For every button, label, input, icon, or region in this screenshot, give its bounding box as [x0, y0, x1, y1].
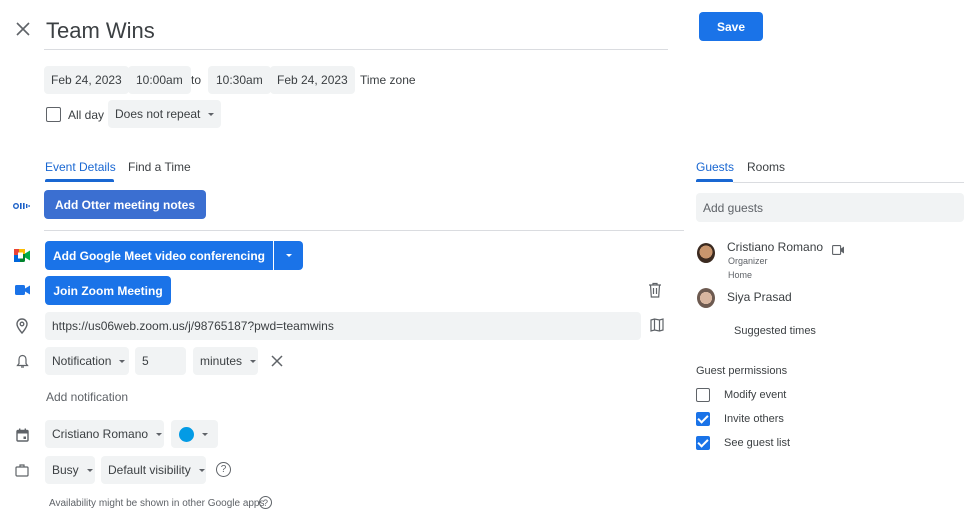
- save-label: Save: [716, 19, 746, 34]
- close-button[interactable]: [12, 18, 34, 40]
- modify-event-label: Modify event: [724, 389, 787, 401]
- invite-others-checkbox[interactable]: [696, 412, 710, 426]
- meet-options-dropdown[interactable]: [274, 241, 303, 270]
- title-input[interactable]: Team Wins: [44, 14, 668, 50]
- suggested-times-button[interactable]: Suggested times: [734, 325, 816, 337]
- start-time-chip[interactable]: 10:00am: [128, 66, 191, 94]
- video-camera-icon: [12, 280, 32, 300]
- calendar-icon: [12, 425, 32, 445]
- tab-rooms[interactable]: Rooms: [747, 158, 785, 176]
- notification-amount-input[interactable]: 5: [135, 347, 186, 375]
- otter-icon: [12, 196, 32, 216]
- tab-guests[interactable]: Guests: [696, 158, 735, 182]
- active-tab-indicator: [696, 179, 733, 182]
- google-meet-icon: [12, 245, 32, 265]
- save-button[interactable]: Save: [699, 12, 763, 41]
- location-pin-icon: [12, 316, 32, 336]
- delete-conference-button[interactable]: [648, 282, 666, 300]
- to-label: to: [191, 73, 202, 87]
- help-icon: ?: [262, 497, 268, 508]
- event-title: Team Wins: [46, 18, 155, 43]
- tab-event-details[interactable]: Event Details: [45, 158, 116, 182]
- calendar-owner: Cristiano Romano: [52, 427, 149, 441]
- start-time: 10:00am: [136, 73, 183, 87]
- tabs-divider: [733, 182, 964, 183]
- chevron-down-icon: [198, 468, 205, 472]
- notification-unit-dropdown[interactable]: minutes: [193, 347, 258, 375]
- guest-location: Home: [728, 270, 753, 280]
- visibility-dropdown[interactable]: Default visibility: [101, 456, 206, 484]
- map-button[interactable]: [650, 318, 666, 334]
- close-icon: [16, 22, 30, 36]
- video-camera-icon: [832, 242, 845, 260]
- meet-label: Add Google Meet video conferencing: [52, 248, 266, 263]
- start-date-chip[interactable]: Feb 24, 2023: [44, 66, 129, 94]
- tab-find-a-time[interactable]: Find a Time: [128, 158, 191, 176]
- end-time-chip[interactable]: 10:30am: [208, 66, 271, 94]
- availability-note: Availability might be shown in other Goo…: [49, 498, 265, 509]
- tab-label: Guests: [696, 160, 735, 174]
- otter-label: Add Otter meeting notes: [54, 197, 195, 212]
- modify-event-checkbox[interactable]: [696, 388, 710, 402]
- chevron-down-icon: [156, 432, 163, 436]
- chevron-down-icon: [119, 359, 126, 363]
- add-otter-notes-button[interactable]: Add Otter meeting notes: [44, 190, 206, 219]
- close-icon: [271, 355, 283, 367]
- chevron-down-icon: [202, 432, 208, 436]
- avatar: [697, 288, 715, 308]
- invite-others-label: Invite others: [724, 413, 784, 425]
- zoom-label: Join Zoom Meeting: [53, 283, 163, 298]
- tab-label: Find a Time: [128, 160, 191, 174]
- active-tab-indicator: [45, 179, 114, 182]
- timezone-link[interactable]: Time zone: [360, 73, 416, 87]
- add-guests-placeholder: Add guests: [703, 200, 764, 215]
- tab-label: Event Details: [45, 160, 116, 174]
- chevron-down-icon: [86, 468, 93, 472]
- availability-dropdown[interactable]: Busy: [45, 456, 95, 484]
- notification-type: Notification: [52, 354, 112, 368]
- chevron-down-icon: [285, 254, 292, 257]
- notification-unit: minutes: [200, 354, 243, 368]
- trash-icon: [649, 282, 661, 298]
- briefcase-icon: [12, 460, 32, 480]
- guest-role: Organizer: [728, 256, 768, 266]
- permissions-title: Guest permissions: [696, 365, 788, 377]
- calendar-owner-dropdown[interactable]: Cristiano Romano: [45, 420, 164, 448]
- tab-label: Rooms: [747, 160, 786, 174]
- add-google-meet-button[interactable]: Add Google Meet video conferencing: [45, 241, 273, 270]
- add-notification-link[interactable]: Add notification: [46, 390, 128, 404]
- event-color-dropdown[interactable]: [171, 420, 218, 448]
- availability-status: Busy: [52, 463, 79, 477]
- visibility-help-button[interactable]: ?: [216, 462, 231, 477]
- guest-name: Cristiano Romano: [727, 240, 824, 254]
- chevron-down-icon: [250, 359, 257, 363]
- bell-icon: [12, 351, 32, 371]
- visibility-value: Default visibility: [108, 463, 191, 477]
- repeat-dropdown[interactable]: Does not repeat: [108, 100, 222, 128]
- map-icon: [650, 318, 664, 332]
- location-value: https://us06web.zoom.us/j/98765187?pwd=t…: [52, 319, 334, 333]
- all-day-checkbox[interactable]: [46, 107, 61, 122]
- availability-help-button[interactable]: ?: [259, 496, 272, 509]
- end-time: 10:30am: [216, 73, 263, 87]
- guest-name: Siya Prasad: [727, 290, 792, 304]
- location-input[interactable]: https://us06web.zoom.us/j/98765187?pwd=t…: [45, 312, 641, 340]
- end-date-chip[interactable]: Feb 24, 2023: [270, 66, 355, 94]
- see-guest-list-checkbox[interactable]: [696, 436, 710, 450]
- notification-amount: 5: [142, 354, 149, 368]
- start-date: Feb 24, 2023: [51, 73, 122, 87]
- help-icon: ?: [220, 464, 227, 475]
- avatar: [697, 243, 715, 263]
- join-zoom-meeting-button[interactable]: Join Zoom Meeting: [45, 276, 171, 305]
- remove-notification-button[interactable]: [271, 354, 285, 368]
- color-swatch: [179, 426, 194, 442]
- all-day-label: All day: [68, 108, 105, 122]
- divider: [44, 230, 684, 231]
- see-guest-list-label: See guest list: [724, 437, 791, 449]
- end-date: Feb 24, 2023: [277, 73, 348, 87]
- notification-type-dropdown[interactable]: Notification: [45, 347, 129, 375]
- add-guests-input[interactable]: Add guests: [696, 193, 964, 222]
- repeat-value: Does not repeat: [115, 107, 201, 121]
- chevron-down-icon: [208, 112, 215, 116]
